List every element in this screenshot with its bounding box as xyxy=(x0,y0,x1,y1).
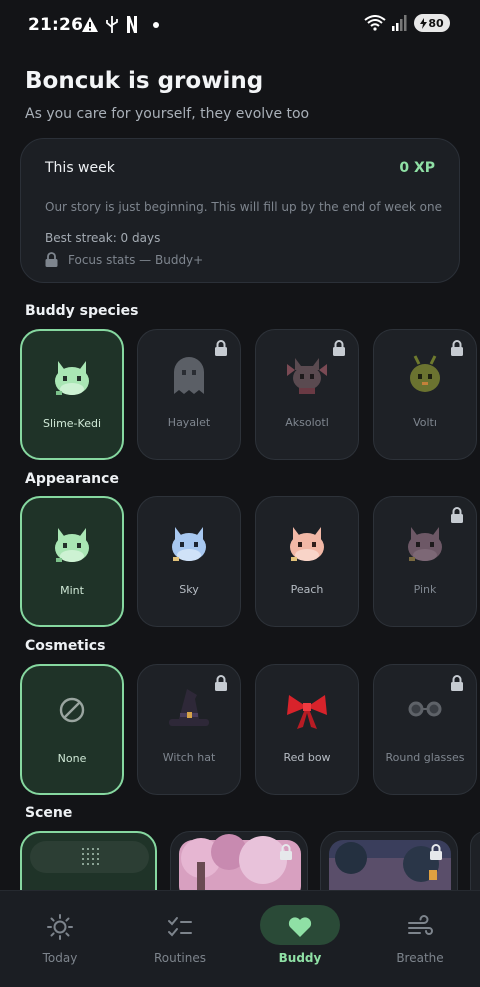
tile-label: Pink xyxy=(413,583,437,596)
tile-label: Red bow xyxy=(283,751,331,764)
nav-label-routines: Routines xyxy=(153,951,207,965)
page-title: Boncuk is growing xyxy=(25,68,264,94)
lock-icon xyxy=(215,675,227,691)
nav-label-buddy: Buddy xyxy=(278,951,322,965)
tile-label: None xyxy=(57,752,87,765)
tile-label: Witch hat xyxy=(162,751,216,764)
tile-label: Voltı xyxy=(413,416,437,429)
night-village-scene-preview xyxy=(329,840,451,892)
peach-cat-icon xyxy=(290,527,324,561)
axolotl-icon xyxy=(287,358,327,394)
section-cosmetics: Cosmetics xyxy=(25,638,106,654)
mint-cat-icon xyxy=(55,528,89,562)
section-appearance: Appearance xyxy=(25,471,119,487)
cell-signal-icon xyxy=(392,15,407,31)
species-tile-aksolotl[interactable]: Aksolotl xyxy=(255,329,359,460)
status-system-icons: 80 xyxy=(364,14,450,32)
dot-icon xyxy=(153,21,159,28)
nav-item-today[interactable]: Today xyxy=(0,891,120,987)
pink-cat-icon xyxy=(408,527,442,561)
warning-icon xyxy=(82,17,98,32)
species-tile-volti[interactable]: Voltı xyxy=(373,329,477,460)
battery-level: 80 xyxy=(428,16,444,30)
lock-icon xyxy=(430,844,442,860)
week-title: This week xyxy=(45,160,115,176)
section-scene: Scene xyxy=(25,805,73,821)
nav-label-breathe: Breathe xyxy=(396,951,444,965)
cosmetic-tile-none[interactable]: None xyxy=(20,664,124,795)
tile-label: Sky xyxy=(179,583,199,596)
cosmetic-tile-witch-hat[interactable]: Witch hat xyxy=(137,664,241,795)
tile-label: Mint xyxy=(60,584,84,597)
status-notification-icons xyxy=(82,16,160,33)
appearance-tile-pink[interactable]: Pink xyxy=(373,496,477,627)
lock-icon xyxy=(451,507,463,523)
section-buddy-species: Buddy species xyxy=(25,303,139,319)
netflix-icon xyxy=(127,16,137,33)
tile-label: Aksolotl xyxy=(285,416,329,429)
red-bow-icon xyxy=(287,695,327,729)
week-story-text: Our story is just beginning. This will f… xyxy=(45,200,442,214)
lock-icon xyxy=(280,844,292,860)
bottom-navigation: Today Routines Buddy Breathe xyxy=(0,890,480,987)
status-bar: 21:26 80 xyxy=(0,0,480,52)
wind-icon xyxy=(408,915,433,935)
charging-bolt-icon xyxy=(420,17,428,29)
tile-label: Slime-Kedi xyxy=(42,417,102,430)
page-subtitle: As you care for yourself, they evolve to… xyxy=(25,106,310,122)
checklist-icon xyxy=(168,917,192,937)
nav-item-buddy[interactable]: Buddy xyxy=(240,891,360,987)
nav-item-routines[interactable]: Routines xyxy=(120,891,240,987)
lock-icon xyxy=(451,340,463,356)
lock-icon xyxy=(215,340,227,356)
nav-label-today: Today xyxy=(42,951,78,965)
nav-item-breathe[interactable]: Breathe xyxy=(360,891,480,987)
lock-icon xyxy=(45,252,58,267)
appearance-tile-mint[interactable]: Mint xyxy=(20,496,124,627)
status-time: 21:26 xyxy=(28,15,84,35)
slime-cat-icon xyxy=(55,361,89,395)
tile-label: Hayalet xyxy=(167,416,211,429)
sky-cat-icon xyxy=(172,527,206,561)
cherry-blossom-scene-preview xyxy=(179,834,301,892)
appearance-tile-peach[interactable]: Peach xyxy=(255,496,359,627)
focus-stats-label: Focus stats — Buddy+ xyxy=(68,252,204,267)
species-tile-slime-kedi[interactable]: Slime-Kedi xyxy=(20,329,124,460)
ghost-icon xyxy=(174,357,204,394)
witch-hat-icon xyxy=(169,689,209,726)
sun-icon xyxy=(47,914,73,940)
wifi-icon xyxy=(364,15,386,31)
cosmetic-tile-round-glasses[interactable]: Round glasses xyxy=(373,664,477,795)
tile-label: Round glasses xyxy=(385,751,465,764)
focus-stats-locked[interactable]: Focus stats — Buddy+ xyxy=(45,252,203,267)
appearance-tile-sky[interactable]: Sky xyxy=(137,496,241,627)
cosmetic-tile-red-bow[interactable]: Red bow xyxy=(255,664,359,795)
lock-icon xyxy=(451,675,463,691)
heart-icon xyxy=(288,917,312,937)
week-xp: 0 XP xyxy=(399,160,435,176)
battery-indicator: 80 xyxy=(414,14,450,32)
volt-creature-icon xyxy=(410,355,440,392)
usb-icon xyxy=(106,16,118,33)
lock-icon xyxy=(333,340,345,356)
scene-default-preview xyxy=(30,841,149,873)
week-summary-card: This week 0 XP Our story is just beginni… xyxy=(20,138,460,283)
species-tile-hayalet[interactable]: Hayalet xyxy=(137,329,241,460)
round-glasses-icon xyxy=(408,701,442,717)
tile-label: Peach xyxy=(290,583,324,596)
no-cosmetic-icon xyxy=(59,697,85,723)
best-streak: Best streak: 0 days xyxy=(45,231,161,245)
